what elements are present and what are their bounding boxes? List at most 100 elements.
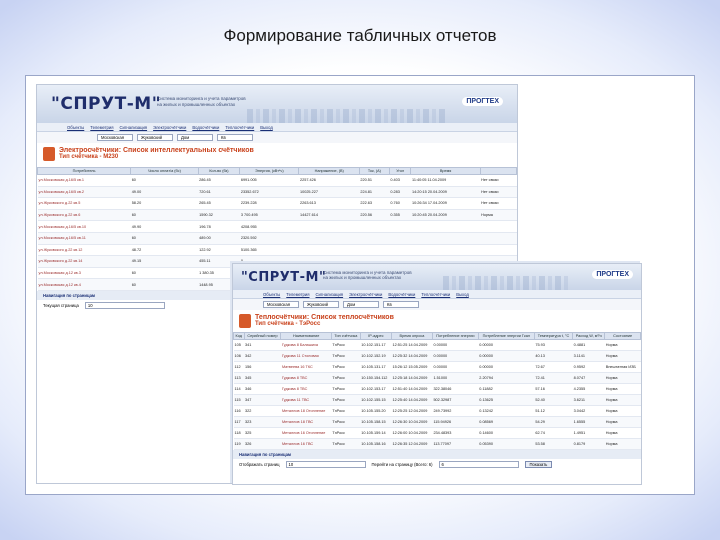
table-row[interactable]: ул.Жуковского д.22 кв.12 48.72 122.92 5100.… [37, 244, 517, 257]
main-menu: Объекты Телеметрия Сигнализация Электрос… [233, 290, 641, 299]
menu-item-electricity[interactable]: Электросчётчики [349, 292, 382, 297]
banner-line1: Система мониторинга и учета параметров [157, 96, 246, 101]
cell: 0.13625 [478, 394, 535, 406]
cell: 122.92 [198, 244, 240, 257]
table-row[interactable]: ул.Жуковского д.22 кв.5 58.20 265.45 2239.2… [37, 197, 517, 210]
cell: 0.9592 [572, 361, 605, 373]
table-row[interactable]: 105 341 Гудкова 8 Балашиха ТэРосс 10.102.151… [233, 339, 641, 351]
menu-item-water[interactable]: Водосчётчики [192, 125, 219, 130]
menu-item-heat[interactable]: Теплосчётчики [421, 292, 450, 297]
meter-link[interactable]: Гудкова 8 Балашиха [280, 339, 332, 351]
consumer-link[interactable]: ул.Московская д.16/5 кв.11 [37, 232, 131, 245]
table-row[interactable]: 113 345 Гудкова 8 ТВС ТэРосс 10.150.154.112 1… [233, 372, 641, 384]
cell: 10.105.158.15 [360, 416, 392, 428]
cell: 0.00000 [478, 350, 535, 362]
menu-item-exit[interactable]: Выход [260, 125, 273, 130]
consumer-link[interactable]: ул.Жуковского д.22 кв.5 [37, 197, 131, 210]
table-row[interactable]: 119 326 Металлов 16 ГВС ТэРосс 10.105.158.16… [233, 438, 641, 450]
cell: 0.11882 [478, 383, 535, 395]
cell: Норма [604, 339, 641, 351]
meter-link[interactable]: Гудкова 8 ТВС [280, 372, 332, 384]
table-row[interactable]: 114 346 Гудкова 8 ТВС ТэРосс 10.102.153.17 12… [233, 383, 641, 395]
cell: 1.4951 [572, 427, 605, 439]
city-select[interactable]: Жуковский [303, 301, 339, 308]
cell: 3.6211 [572, 394, 605, 406]
table-row[interactable]: 117 323 Металлов 18 ГВС ТэРосс 10.105.158.15… [233, 416, 641, 428]
table-row[interactable]: 106 342 Гудкова 11 Столовая ТэРосс 10.102.15… [233, 350, 641, 362]
city-select[interactable]: Жуковский [137, 134, 173, 141]
col-serial: Серийный номер [243, 332, 282, 340]
menu-item-electricity[interactable]: Электросчётчики [153, 125, 186, 130]
cell: 10.102.152.19 [360, 350, 392, 362]
table-row[interactable]: ул.Московская д.16/5 кв.2 49.00 720.61 2335… [37, 186, 517, 199]
current-page-input[interactable]: 10 [84, 301, 165, 309]
house-select[interactable]: Дом [177, 134, 213, 141]
cell: 12:25:40 14.04.2009 [391, 394, 433, 406]
cell: 220.56 [359, 209, 390, 222]
menu-item-telemetry[interactable]: Телеметрия [286, 292, 309, 297]
menu-item-heat[interactable]: Теплосчётчики [225, 125, 254, 130]
consumer-link[interactable]: ул.Московская д.16/5 кв.1 [37, 174, 131, 187]
consumer-link[interactable]: ул.Жуковского д.22 кв.6 [37, 209, 131, 222]
meter-link[interactable]: Гудкова 11 Столовая [280, 350, 332, 362]
table-row[interactable]: 112 156 Матвеева 16 ТКС ТэРосс 10.105.131.17… [233, 361, 641, 373]
cell: 2263.613 [298, 197, 360, 210]
table-row[interactable]: ул.Московская д.16/5 кв.11 60 489.00 2320.5… [37, 232, 517, 245]
meter-link[interactable]: Металлов 16 ГВС [280, 438, 332, 450]
cell: 196.78 [198, 220, 240, 233]
meter-link[interactable]: Гудкова 8 ТВС [280, 383, 332, 395]
region-select[interactable]: Московская [263, 301, 299, 308]
consumer-link[interactable]: ул.Жуковского д.22 кв.12 [37, 244, 131, 257]
consumer-link[interactable]: ул.Московская д.12 кв.3 [37, 267, 131, 280]
col-flow: Расход W, м³/ч [572, 332, 606, 340]
cell: 12:25:25 12.04.2009 [391, 405, 433, 417]
table-row[interactable]: 115 347 Гудкова 11 ТВС ТэРосс 10.102.155.15 1… [233, 394, 641, 406]
cell: 60 [130, 174, 199, 187]
meter-link[interactable]: Металлов 16 Отопление [280, 427, 332, 439]
cell: 234.48393 [432, 427, 479, 439]
cell: Норма [604, 438, 641, 450]
consumer-link[interactable]: ул.Московская д.12 кв.4 [37, 278, 131, 291]
house-select[interactable]: Дом [343, 301, 379, 308]
cell: ТэРосс [331, 405, 361, 417]
goto-page-input[interactable]: 6 [438, 461, 519, 468]
meter-link[interactable]: Металлов 18 Отопление [280, 405, 332, 417]
table-row[interactable]: 116 322 Металлов 18 Отопление ТэРосс 10.105.… [233, 405, 641, 417]
pages-count-input[interactable]: 10 [285, 461, 366, 468]
cell: ТэРосс [331, 427, 361, 439]
meter-link[interactable]: Матвеева 16 ТКС [280, 361, 332, 373]
menu-item-objects[interactable]: Объекты [263, 292, 280, 297]
heat-report-window: "СПРУТ-М" Система мониторинга и учета па… [232, 263, 642, 485]
col-qty: Кол-во (бз) [197, 167, 241, 175]
meter-icon [43, 147, 55, 161]
table-row[interactable]: ул.Московская д.16/5 кв.1 60 286.45 6991.00… [37, 174, 517, 187]
cell: 12:25:18 14.04.2009 [391, 372, 433, 384]
consumer-link[interactable]: ул.Жуковского д.22 кв.14 [37, 255, 131, 268]
region-select[interactable]: Московская [97, 134, 133, 141]
meter-link[interactable]: Гудкова 11 ТВС [280, 394, 332, 406]
consumer-link[interactable]: ул.Московская д.16/5 кв.2 [37, 186, 131, 199]
menu-item-objects[interactable]: Объекты [67, 125, 84, 130]
pager: Отображать страниц 10 Перейти на страниц… [233, 459, 641, 470]
cell: 10.105.155.20 [360, 405, 392, 417]
show-button[interactable]: Показать [524, 461, 553, 468]
report-heading: Теплосчётчики: Список теплосчётчиков Тип… [233, 310, 641, 332]
consumer-link[interactable]: ул.Московская д.16/5 кв.10 [37, 220, 131, 233]
menu-item-telemetry[interactable]: Телеметрия [90, 125, 113, 130]
cell: Норма [604, 405, 641, 417]
table-row[interactable]: 118 325 Металлов 16 Отопление ТэРосс 10.105.… [233, 427, 641, 439]
menu-item-alarm[interactable]: Сигнализация [120, 125, 148, 130]
cell: 51.12 [534, 405, 573, 417]
menu-item-alarm[interactable]: Сигнализация [316, 292, 344, 297]
flat-select[interactable]: Кв [383, 301, 419, 308]
meter-link[interactable]: Металлов 18 ГВС [280, 416, 332, 428]
cell: 3 700.495 [239, 209, 299, 222]
cell: Норма [604, 427, 641, 439]
table-row[interactable]: ул.Московская д.16/5 кв.10 49.90 196.78 420… [37, 220, 517, 233]
table-row[interactable]: ул.Жуковского д.22 кв.6 60 1590.32 3 700.49… [37, 209, 517, 222]
cell: 10.105.159.14 [360, 427, 392, 439]
skyline-graphic [247, 109, 447, 123]
menu-item-water[interactable]: Водосчётчики [388, 292, 415, 297]
menu-item-exit[interactable]: Выход [456, 292, 469, 297]
flat-select[interactable]: Кв [217, 134, 253, 141]
